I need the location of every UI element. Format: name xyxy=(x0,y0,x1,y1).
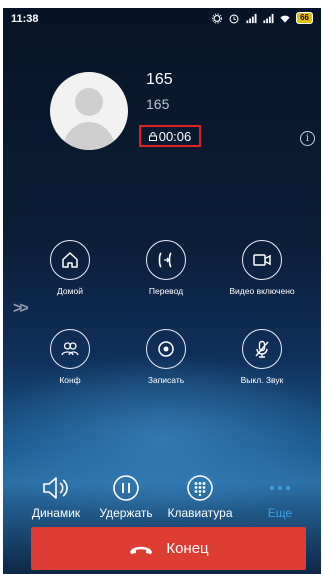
call-controls-bar: Динамик Удержать Клавиатура Еще xyxy=(28,470,312,534)
hold-icon-wrap xyxy=(90,470,162,506)
user-silhouette-icon xyxy=(62,88,116,150)
caller-number: 165 xyxy=(146,96,170,112)
home-button[interactable]: Домой xyxy=(25,240,115,296)
record-label: Записать xyxy=(147,375,185,385)
signal-icon xyxy=(246,13,257,23)
end-call-button[interactable]: Конец xyxy=(31,527,306,570)
duration-text: 00:06 xyxy=(158,128,192,144)
status-icons: 66 xyxy=(211,12,313,24)
alarm-icon xyxy=(229,13,239,23)
home-label: Домой xyxy=(57,286,83,296)
status-time: 11:38 xyxy=(11,13,39,25)
signal-2-icon xyxy=(263,13,274,23)
video-circle xyxy=(242,240,282,280)
home-icon xyxy=(62,252,78,268)
keypad-icon-wrap xyxy=(164,470,236,506)
video-button[interactable]: Видео включено xyxy=(217,240,307,296)
end-call-label: Конец xyxy=(166,540,209,557)
avatar xyxy=(50,72,128,150)
record-button[interactable]: Записать xyxy=(121,329,211,385)
transfer-label: Перевод xyxy=(148,286,184,296)
conference-label: Конф xyxy=(59,375,81,385)
more-dots-icon xyxy=(270,486,290,490)
hold-label: Удержать xyxy=(99,506,153,520)
conference-circle xyxy=(50,329,90,369)
mute-circle xyxy=(242,329,282,369)
status-bar: 11:38 66 xyxy=(3,8,321,32)
transfer-circle xyxy=(146,240,186,280)
speaker-label: Динамик xyxy=(31,506,81,520)
record-icon xyxy=(158,341,174,357)
microphone-muted-icon xyxy=(255,340,269,358)
battery-icon: 66 xyxy=(296,12,313,24)
info-icon[interactable]: i xyxy=(300,131,315,146)
call-screen: 11:38 66 165 165 00:06 i >> Домой Перево… xyxy=(3,8,321,574)
hold-button[interactable]: Удержать xyxy=(90,470,162,520)
lock-icon xyxy=(148,131,157,141)
mute-button[interactable]: Выкл. Звук xyxy=(217,329,307,385)
call-duration: 00:06 xyxy=(139,125,201,147)
keypad-button[interactable]: Клавиатура xyxy=(164,470,236,520)
more-button[interactable]: Еще xyxy=(244,470,316,520)
side-panel-chevron-icon[interactable]: >> xyxy=(13,300,29,318)
transfer-icon xyxy=(158,252,172,268)
more-icon-wrap xyxy=(244,470,316,506)
keypad-icon xyxy=(187,475,213,501)
speaker-icon xyxy=(43,477,68,499)
caller-name: 165 xyxy=(146,71,173,88)
transfer-button[interactable]: Перевод xyxy=(121,240,211,296)
keypad-label: Клавиатура xyxy=(167,506,233,520)
speaker-icon-wrap xyxy=(20,470,92,506)
mute-label: Выкл. Звук xyxy=(240,375,284,385)
home-circle xyxy=(50,240,90,280)
record-circle xyxy=(146,329,186,369)
video-camera-icon xyxy=(253,254,271,266)
pause-icon xyxy=(113,475,139,501)
settings-icon xyxy=(212,12,223,24)
speaker-button[interactable]: Динамик xyxy=(20,470,92,520)
wifi-icon xyxy=(280,15,290,23)
hang-up-icon xyxy=(130,546,153,554)
conference-icon xyxy=(61,342,79,356)
more-label: Еще xyxy=(267,506,293,520)
conference-button[interactable]: Конф xyxy=(25,329,115,385)
video-label: Видео включено xyxy=(229,286,295,296)
